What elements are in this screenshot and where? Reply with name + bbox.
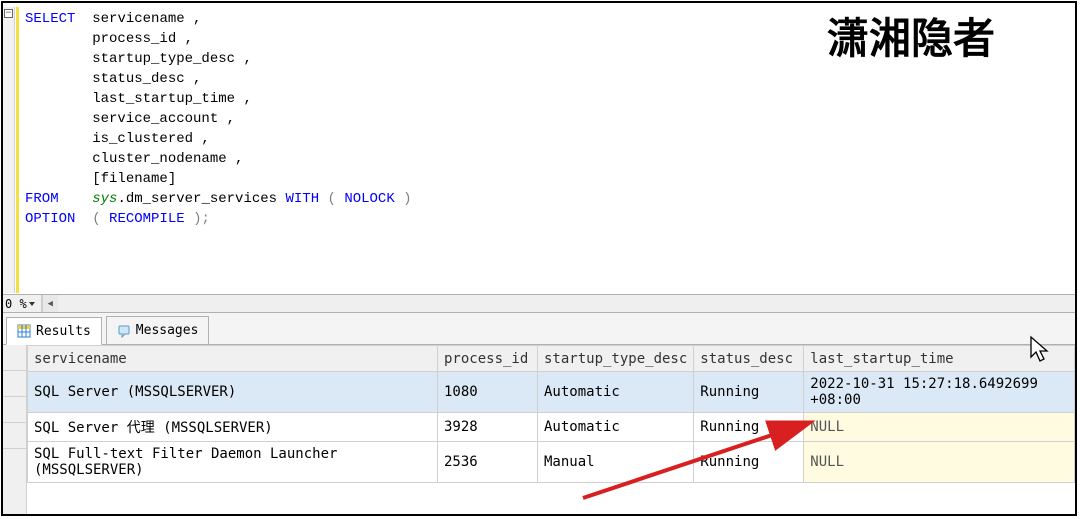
collapse-toggle-icon[interactable]: − xyxy=(4,9,13,18)
col-status[interactable]: status_desc xyxy=(694,346,804,372)
kw-from: FROM xyxy=(25,191,59,207)
col-last-startup[interactable]: last_startup_time xyxy=(804,346,1075,372)
horizontal-scrollbar[interactable]: ◀ xyxy=(41,295,1075,312)
table-row[interactable]: SQL Server (MSSQLSERVER) 1080 Automatic … xyxy=(28,372,1075,413)
results-table: servicename process_id startup_type_desc… xyxy=(27,345,1075,483)
chevron-down-icon xyxy=(29,302,35,306)
code-gutter: − xyxy=(3,7,15,293)
kw-option: OPTION xyxy=(25,211,75,227)
scroll-left-icon[interactable]: ◀ xyxy=(42,295,58,312)
tab-messages-label: Messages xyxy=(136,323,199,338)
watermark-text: 潇湘隐者 xyxy=(827,5,995,66)
col-startup-type[interactable]: startup_type_desc xyxy=(538,346,694,372)
table-header-row: servicename process_id startup_type_desc… xyxy=(28,346,1075,372)
row-header-column xyxy=(3,345,27,514)
tab-results-label: Results xyxy=(36,324,91,339)
messages-icon xyxy=(117,324,131,338)
tab-results[interactable]: Results xyxy=(6,317,102,345)
sql-editor-pane[interactable]: − SELECT servicename , process_id , star… xyxy=(3,3,1075,293)
table-row[interactable]: SQL Server 代理 (MSSQLSERVER) 3928 Automat… xyxy=(28,413,1075,442)
zoom-dropdown[interactable]: 0 % xyxy=(3,297,41,311)
zoom-value: 0 % xyxy=(5,297,27,311)
schema-sys: sys xyxy=(92,191,117,207)
results-grid[interactable]: servicename process_id startup_type_desc… xyxy=(3,345,1075,514)
results-grid-icon xyxy=(17,324,31,338)
editor-zoom-bar: 0 % ◀ xyxy=(3,294,1075,313)
table-row[interactable]: SQL Full-text Filter Daemon Launcher (MS… xyxy=(28,442,1075,483)
col-process-id[interactable]: process_id xyxy=(438,346,538,372)
tab-messages[interactable]: Messages xyxy=(106,316,210,344)
kw-select: SELECT xyxy=(25,11,75,27)
change-marker xyxy=(16,7,19,293)
results-tab-bar: Results Messages xyxy=(3,313,1075,345)
col-servicename[interactable]: servicename xyxy=(28,346,438,372)
